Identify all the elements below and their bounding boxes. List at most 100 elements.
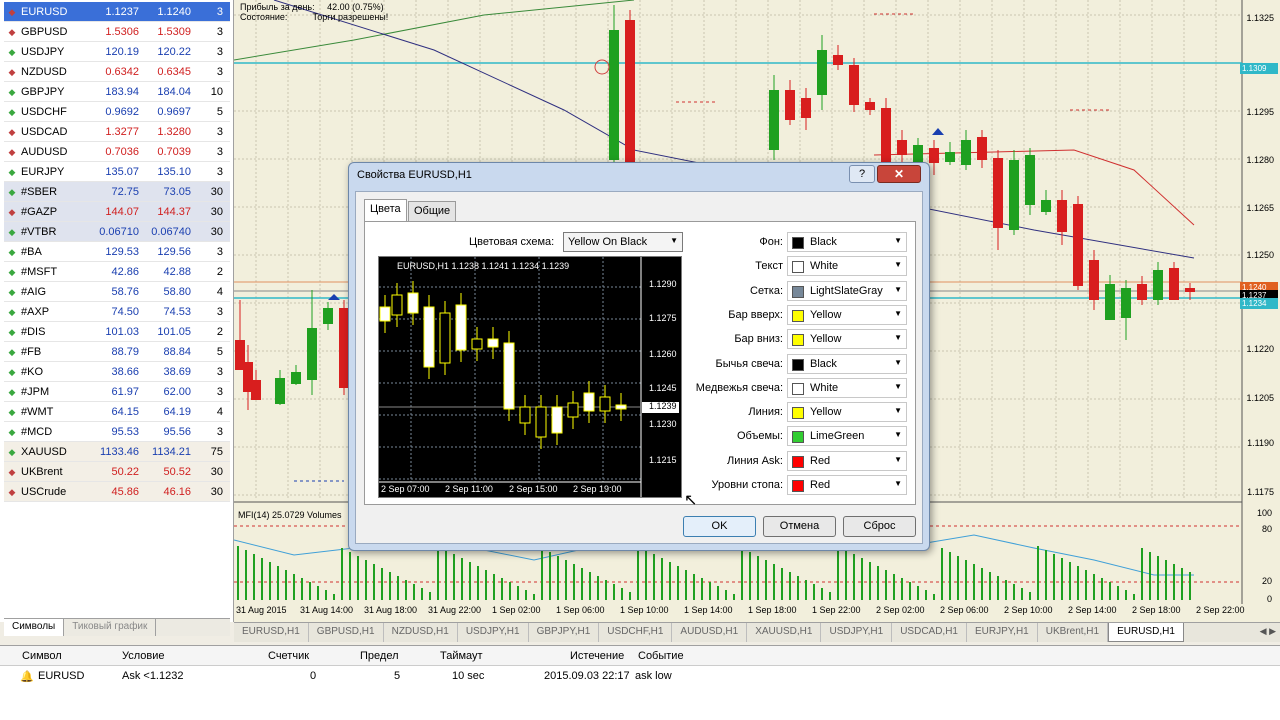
- property-color-select[interactable]: LightSlateGray ▼: [787, 280, 907, 301]
- property-color-value: Red: [810, 479, 831, 491]
- symbol-name: EURUSD: [21, 5, 68, 18]
- property-color-value: Black: [810, 357, 837, 370]
- symbol-name: #JPM: [21, 385, 50, 398]
- market-watch-row[interactable]: ◆ #JPM 61.97 62.00 3: [4, 382, 230, 402]
- market-watch-row[interactable]: ◆ GBPJPY 183.94 184.04 10: [4, 82, 230, 102]
- market-watch-row[interactable]: ◆ #SBER 72.75 73.05 30: [4, 182, 230, 202]
- market-watch-row[interactable]: ◆ #AIG 58.76 58.80 4: [4, 282, 230, 302]
- chart-tab[interactable]: XAUUSD,H1: [747, 623, 822, 642]
- symbol-name: #KO: [21, 365, 44, 378]
- close-button[interactable]: ✕: [877, 165, 921, 183]
- property-color-select[interactable]: White ▼: [787, 377, 907, 398]
- arrow-up-icon: ◆: [8, 186, 16, 197]
- market-watch-row[interactable]: ◆ #KO 38.66 38.69 3: [4, 362, 230, 382]
- alerts-col-expiration[interactable]: Истечение: [570, 650, 624, 662]
- alerts-col-event[interactable]: Событие: [638, 650, 684, 662]
- market-watch-row[interactable]: ◆ #MSFT 42.86 42.88 2: [4, 262, 230, 282]
- market-watch-row[interactable]: ◆ #AXP 74.50 74.53 3: [4, 302, 230, 322]
- property-label: Бычья свеча:: [715, 357, 783, 370]
- market-watch-row[interactable]: ◆ USCrude 45.86 46.16 30: [4, 482, 230, 502]
- chart-tab[interactable]: NZDUSD,H1: [384, 623, 458, 642]
- chart-tab[interactable]: USDCHF,H1: [599, 623, 673, 642]
- chart-tab[interactable]: EURUSD,H1: [234, 623, 309, 642]
- market-watch-row[interactable]: ◆ EURJPY 135.07 135.10 3: [4, 162, 230, 182]
- candle-body: [1057, 200, 1067, 232]
- color-swatch: [792, 334, 804, 347]
- market-watch-row[interactable]: ◆ #VTBR 0.06710 0.06740 30: [4, 222, 230, 242]
- chart-tab[interactable]: EURJPY,H1: [967, 623, 1038, 642]
- help-button[interactable]: ?: [849, 165, 875, 183]
- chart-tab[interactable]: USDJPY,H1: [821, 623, 893, 642]
- market-watch-row[interactable]: ◆ AUDUSD 0.7036 0.7039 3: [4, 142, 230, 162]
- market-watch-row[interactable]: ◆ UKBrent 50.22 50.52 30: [4, 462, 230, 482]
- alerts-col-limit[interactable]: Предел: [360, 650, 399, 662]
- property-color-select[interactable]: LimeGreen ▼: [787, 426, 907, 447]
- market-watch-row[interactable]: ◆ #WMT 64.15 64.19 4: [4, 402, 230, 422]
- price-axis-label: 1.1280: [1246, 155, 1274, 165]
- time-axis-label: 31 Aug 18:00: [364, 605, 418, 615]
- color-swatch: [792, 455, 804, 468]
- tab-scroll-arrows-icon[interactable]: ◀ ▶: [1260, 626, 1276, 637]
- property-color-select[interactable]: Black ▼: [787, 353, 907, 374]
- market-watch-row[interactable]: ◆ #GAZP 144.07 144.37 30: [4, 202, 230, 222]
- alerts-col-timeout[interactable]: Таймаут: [440, 650, 483, 662]
- market-watch-row[interactable]: ◆ USDCHF 0.9692 0.9697 5: [4, 102, 230, 122]
- preview-candle-body: [519, 406, 531, 424]
- bid-price: 0.7036: [105, 145, 139, 158]
- property-color-select[interactable]: Yellow ▼: [787, 329, 907, 350]
- market-watch-row[interactable]: ◆ #BA 129.53 129.56 3: [4, 242, 230, 262]
- spread-value: 5: [216, 345, 223, 358]
- property-color-select[interactable]: White ▼: [787, 256, 907, 277]
- chart-tab[interactable]: GBPUSD,H1: [309, 623, 384, 642]
- tab-common[interactable]: Общие: [408, 201, 457, 221]
- market-watch-row[interactable]: ◆ GBPUSD 1.5306 1.5309 3: [4, 22, 230, 42]
- color-swatch: [792, 285, 804, 298]
- property-label: Бар вниз:: [734, 333, 783, 346]
- tab-symbols[interactable]: Символы: [4, 619, 65, 636]
- chart-tab[interactable]: GBPJPY,H1: [529, 623, 600, 642]
- tab-tick-chart[interactable]: Тиковый график: [64, 619, 157, 636]
- market-watch-row[interactable]: ◆ USDCAD 1.3277 1.3280 3: [4, 122, 230, 142]
- property-color-select[interactable]: Yellow ▼: [787, 304, 907, 325]
- chart-tab[interactable]: EURUSD,H1: [1108, 623, 1184, 642]
- arrow-down-icon: ◆: [8, 466, 16, 477]
- ask-price: 1.1240: [157, 5, 191, 18]
- buy-arrow: [932, 128, 944, 135]
- cancel-button[interactable]: Отмена: [763, 516, 836, 537]
- market-watch-row[interactable]: ◆ USDJPY 120.19 120.22 3: [4, 42, 230, 62]
- bid-price: 1.1237: [105, 5, 139, 18]
- candle-body: [945, 152, 955, 162]
- property-color-select[interactable]: Black ▼: [787, 232, 907, 252]
- arrow-up-icon: ◆: [8, 286, 16, 297]
- chart-tab[interactable]: USDJPY,H1: [458, 623, 529, 642]
- reset-button[interactable]: Сброс: [843, 516, 916, 537]
- color-scheme-select[interactable]: Yellow On Black ▼: [563, 232, 683, 252]
- alerts-col-counter[interactable]: Счетчик: [268, 650, 309, 662]
- bid-price: 0.6342: [105, 65, 139, 78]
- ok-button[interactable]: OK: [683, 516, 756, 537]
- chart-tab[interactable]: AUDUSD,H1: [672, 623, 748, 642]
- property-color-select[interactable]: Yellow ▼: [787, 402, 907, 423]
- alerts-col-condition[interactable]: Условие: [122, 650, 165, 662]
- property-color-select[interactable]: Red ▼: [787, 450, 907, 471]
- chart-tab[interactable]: UKBrent,H1: [1038, 623, 1109, 642]
- spread-value: 3: [216, 305, 223, 318]
- alerts-col-symbol[interactable]: Символ: [22, 650, 62, 662]
- alert-row[interactable]: 🔔 EURUSD Ask <1.1232 0 5 10 sec 2015.09.…: [0, 666, 1280, 686]
- profit-value: 42.00 (0.75%): [327, 2, 384, 12]
- chart-tab[interactable]: USDCAD,H1: [892, 623, 967, 642]
- market-watch-row[interactable]: ◆ EURUSD 1.1237 1.1240 3: [4, 2, 230, 22]
- market-watch-row[interactable]: ◆ #FB 88.79 88.84 5: [4, 342, 230, 362]
- candle-body: [897, 140, 907, 155]
- time-axis: 31 Aug 2015 31 Aug 14:00 31 Aug 18:00 31 Au…: [234, 604, 1245, 618]
- property-color-select[interactable]: Red ▼: [787, 475, 907, 495]
- market-watch-row[interactable]: ◆ XAUUSD 1133.46 1134.21 75: [4, 442, 230, 462]
- preview-candle-body: [503, 342, 515, 410]
- market-watch-row[interactable]: ◆ #MCD 95.53 95.56 3: [4, 422, 230, 442]
- bid-price: 45.86: [111, 485, 139, 498]
- market-watch-row[interactable]: ◆ NZDUSD 0.6342 0.6345 3: [4, 62, 230, 82]
- market-watch-row[interactable]: ◆ #DIS 101.03 101.05 2: [4, 322, 230, 342]
- preview-candle-body: [615, 404, 627, 410]
- bid-price: 183.94: [105, 85, 139, 98]
- tab-colors[interactable]: Цвета: [364, 199, 407, 222]
